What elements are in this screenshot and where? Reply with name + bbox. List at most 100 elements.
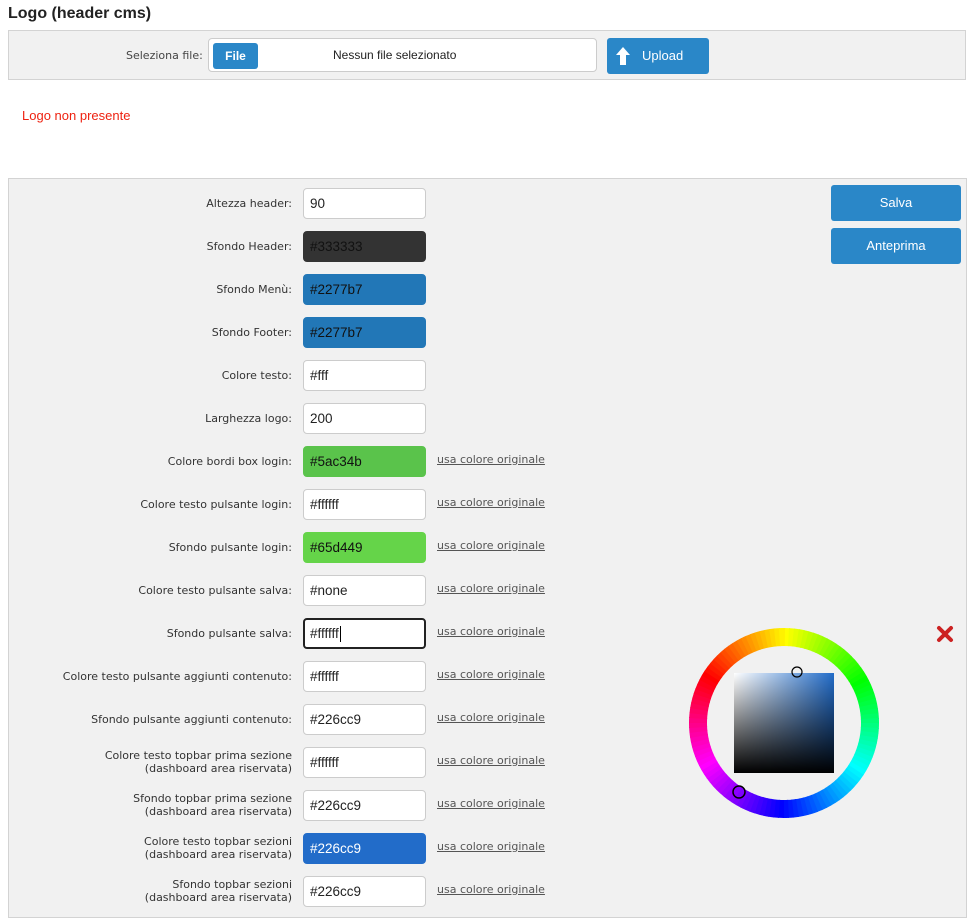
setting-label: Sfondo Header: [206,240,292,253]
color-input-value: #226cc9 [310,884,362,899]
close-icon[interactable] [936,625,954,643]
color-input-value: #ffffff [310,626,339,641]
setting-label: Sfondo pulsante salva: [166,627,292,640]
color-input-value: #ffffff [310,755,339,770]
color-input[interactable]: #226cc9 [303,833,426,864]
color-input-value: #226cc9 [310,841,362,856]
saturation-value-square[interactable] [734,673,834,773]
setting-row: Sfondo pulsante login: #65d449 usa colore … [9,531,569,565]
settings-panel: Altezza header: 90 Sfondo Header: #333333 Sf… [8,178,967,918]
setting-label: Sfondo topbar prima sezione (dashboard ar… [2,792,292,818]
color-picker[interactable] [689,628,879,818]
setting-label: Colore testo: [221,369,292,382]
color-input[interactable]: 90 [303,188,426,219]
color-input-value: #none [310,583,348,598]
text-caret [339,625,341,642]
reset-color-link[interactable]: usa colore originale [437,453,545,466]
color-input-value: #ffffff [310,497,339,512]
setting-row: Sfondo pulsante aggiunti contenuto: #226c… [9,703,569,737]
color-input[interactable]: #ffffff [303,618,426,649]
color-input-value: 90 [310,196,326,211]
save-button[interactable]: Salva [831,185,961,221]
setting-label-line2: (dashboard area riservata) [144,805,292,818]
file-input[interactable]: File Nessun file selezionato [208,38,597,72]
setting-label-line1: Sfondo topbar prima sezione [133,792,292,805]
setting-row: Colore testo pulsante aggiunti contenuto… [9,660,569,694]
color-input[interactable]: #2277b7 [303,274,426,305]
reset-color-link[interactable]: usa colore originale [437,625,545,638]
reset-color-link[interactable]: usa colore originale [437,668,545,681]
color-input-value: #2277b7 [310,282,363,297]
setting-label: Sfondo topbar sezioni (dashboard area ris… [2,878,292,904]
color-input-value: #ffffff [310,669,339,684]
setting-row: Sfondo pulsante salva: #ffffff usa colore … [9,617,569,651]
setting-label: Sfondo pulsante login: [168,541,292,554]
color-input[interactable]: #5ac34b [303,446,426,477]
reset-color-link[interactable]: usa colore originale [437,797,545,810]
file-browse-button[interactable]: File [213,43,258,69]
color-input[interactable]: #none [303,575,426,606]
color-input-value: #65d449 [310,540,363,555]
setting-label: Sfondo pulsante aggiunti contenuto: [91,713,292,726]
setting-label: Larghezza logo: [205,412,292,425]
setting-label: Colore testo pulsante salva: [138,584,292,597]
reset-color-link[interactable]: usa colore originale [437,539,545,552]
reset-color-link[interactable]: usa colore originale [437,711,545,724]
setting-label: Sfondo Menù: [216,283,292,296]
color-input-value: 200 [310,411,333,426]
setting-label-line1: Sfondo topbar sezioni [172,878,292,891]
color-input-value: #226cc9 [310,712,362,727]
upload-panel: Seleziona file: File Nessun file selezio… [8,30,966,80]
color-input-value: #333333 [310,239,363,254]
color-input[interactable]: #ffffff [303,489,426,520]
setting-row: Sfondo Header: #333333 [9,230,569,264]
reset-color-link[interactable]: usa colore originale [437,582,545,595]
setting-row: Colore testo topbar sezioni (dashboard ar… [9,832,569,866]
color-input[interactable]: #ffffff [303,747,426,778]
color-input[interactable]: #226cc9 [303,704,426,735]
color-input-value: #fff [310,368,329,383]
setting-row: Colore bordi box login: #5ac34b usa colore… [9,445,569,479]
upload-button-label: Upload [642,48,684,63]
setting-row: Colore testo pulsante salva: #none usa col… [9,574,569,608]
setting-row: Sfondo topbar sezioni (dashboard area ris… [9,875,569,909]
reset-color-link[interactable]: usa colore originale [437,883,545,896]
setting-label: Colore testo topbar sezioni (dashboard ar… [2,835,292,861]
setting-label: Colore testo pulsante aggiunti contenuto… [62,670,292,683]
arrow-up-icon [616,47,630,65]
reset-color-link[interactable]: usa colore originale [437,754,545,767]
color-input[interactable]: #226cc9 [303,790,426,821]
preview-button[interactable]: Anteprima [831,228,961,264]
color-input[interactable]: 200 [303,403,426,434]
setting-label: Colore testo topbar prima sezione (dashbo… [2,749,292,775]
setting-row: Sfondo Menù: #2277b7 [9,273,569,307]
setting-label-line1: Colore testo topbar sezioni [144,835,292,848]
color-input[interactable]: #ffffff [303,661,426,692]
color-input[interactable]: #2277b7 [303,317,426,348]
color-input[interactable]: #fff [303,360,426,391]
upload-button[interactable]: Upload [607,38,709,74]
setting-label: Sfondo Footer: [211,326,292,339]
logo-status-message: Logo non presente [22,108,131,123]
color-input[interactable]: #65d449 [303,532,426,563]
setting-row: Colore testo topbar prima sezione (dashbo… [9,746,569,780]
setting-row: Sfondo topbar prima sezione (dashboard ar… [9,789,569,823]
setting-label-line2: (dashboard area riservata) [144,848,292,861]
setting-label-line2: (dashboard area riservata) [144,891,292,904]
setting-row: Colore testo: #fff [9,359,569,393]
setting-label: Colore testo pulsante login: [140,498,292,511]
setting-row: Larghezza logo: 200 [9,402,569,436]
reset-color-link[interactable]: usa colore originale [437,496,545,509]
color-input-value: #2277b7 [310,325,363,340]
file-status-text: Nessun file selezionato [333,48,457,62]
setting-row: Sfondo Footer: #2277b7 [9,316,569,350]
setting-label: Colore bordi box login: [167,455,292,468]
color-input-value: #226cc9 [310,798,362,813]
color-input[interactable]: #333333 [303,231,426,262]
setting-label-line1: Colore testo topbar prima sezione [104,749,292,762]
reset-color-link[interactable]: usa colore originale [437,840,545,853]
color-input[interactable]: #226cc9 [303,876,426,907]
setting-label-line2: (dashboard area riservata) [144,762,292,775]
upload-label: Seleziona file: [126,49,203,62]
setting-row: Altezza header: 90 [9,187,569,221]
